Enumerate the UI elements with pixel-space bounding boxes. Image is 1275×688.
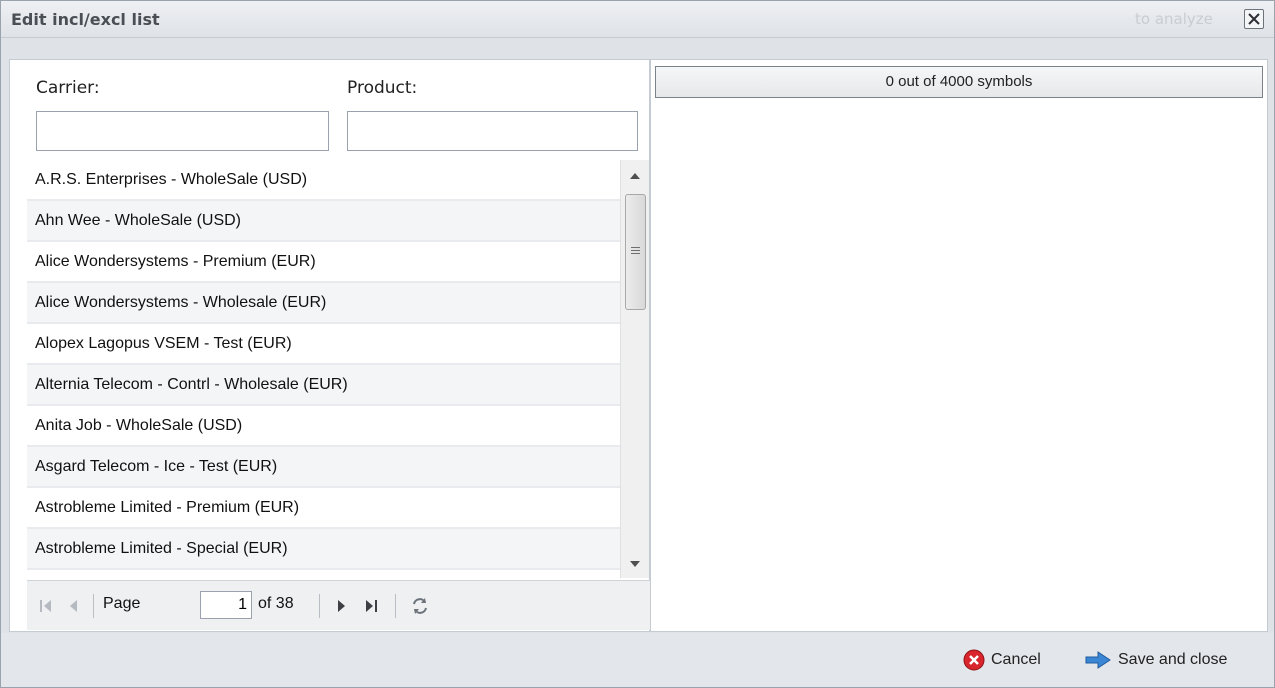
close-icon xyxy=(1248,13,1260,25)
cancel-icon xyxy=(963,649,985,671)
save-label: Save and close xyxy=(1118,651,1228,668)
refresh-icon[interactable] xyxy=(409,595,431,617)
pager-separator xyxy=(395,594,396,618)
page-number-input[interactable] xyxy=(200,591,252,619)
edit-list-dialog: Edit incl/excl list to analyze Carrier: … xyxy=(0,0,1275,688)
list-item[interactable]: Astrobleme Limited - Special (EUR) xyxy=(27,529,620,570)
list-item[interactable]: Alice Wondersystems - Wholesale (EUR) xyxy=(27,283,620,324)
list-item[interactable]: Alice Wondersystems - Premium (EUR) xyxy=(27,242,620,283)
symbols-textarea[interactable] xyxy=(653,102,1265,629)
product-filter-input[interactable] xyxy=(347,111,638,151)
list-scrollbar[interactable] xyxy=(620,160,649,578)
product-label: Product: xyxy=(347,78,418,98)
dialog-title: Edit incl/excl list xyxy=(11,10,160,29)
page-count-label: of 38 xyxy=(258,595,294,612)
list-item[interactable]: Alternia Telecom - Contrl - Wholesale (E… xyxy=(27,365,620,406)
background-text: to analyze xyxy=(1135,10,1213,28)
scroll-grip-icon xyxy=(631,247,640,248)
scroll-down-arrow-icon[interactable] xyxy=(630,561,640,567)
list-item[interactable]: Ahn Wee - WholeSale (USD) xyxy=(27,201,620,242)
list-item[interactable]: Astrobleme Limited - Premium (EUR) xyxy=(27,488,620,529)
carrier-filter-input[interactable] xyxy=(36,111,329,151)
scroll-thumb[interactable] xyxy=(625,194,646,310)
prev-page-icon[interactable] xyxy=(63,595,85,617)
list-item[interactable]: Anita Job - WholeSale (USD) xyxy=(27,406,620,447)
symbols-panel: 0 out of 4000 symbols xyxy=(650,59,1268,632)
next-page-icon[interactable] xyxy=(330,595,352,617)
carrier-product-panel: Carrier: Product: A.R.S. Enterprises - W… xyxy=(9,59,650,632)
pager-separator xyxy=(319,594,320,618)
carrier-label: Carrier: xyxy=(36,78,100,98)
cancel-label: Cancel xyxy=(991,651,1041,668)
save-arrow-icon xyxy=(1085,651,1111,669)
save-and-close-button[interactable]: Save and close xyxy=(1084,647,1227,673)
dialog-titlebar[interactable]: Edit incl/excl list to analyze xyxy=(1,1,1274,38)
list-item[interactable]: A.R.S. Enterprises - WholeSale (USD) xyxy=(27,160,620,201)
dialog-footer: Cancel Save and close xyxy=(1,633,1274,687)
first-page-icon[interactable] xyxy=(35,595,57,617)
scroll-up-arrow-icon[interactable] xyxy=(630,173,640,179)
page-label: Page xyxy=(103,595,141,612)
cancel-button[interactable]: Cancel xyxy=(963,647,1041,673)
symbol-counter: 0 out of 4000 symbols xyxy=(655,66,1263,98)
close-button[interactable] xyxy=(1244,9,1264,29)
list-item[interactable]: Alopex Lagopus VSEM - Test (EUR) xyxy=(27,324,620,365)
list-item[interactable]: Asgard Telecom - Ice - Test (EUR) xyxy=(27,447,620,488)
last-page-icon[interactable] xyxy=(360,595,382,617)
pager-separator xyxy=(93,594,94,618)
carrier-list: A.R.S. Enterprises - WholeSale (USD) Ahn… xyxy=(27,160,620,578)
pagination-toolbar: Page of 38 xyxy=(27,580,650,630)
